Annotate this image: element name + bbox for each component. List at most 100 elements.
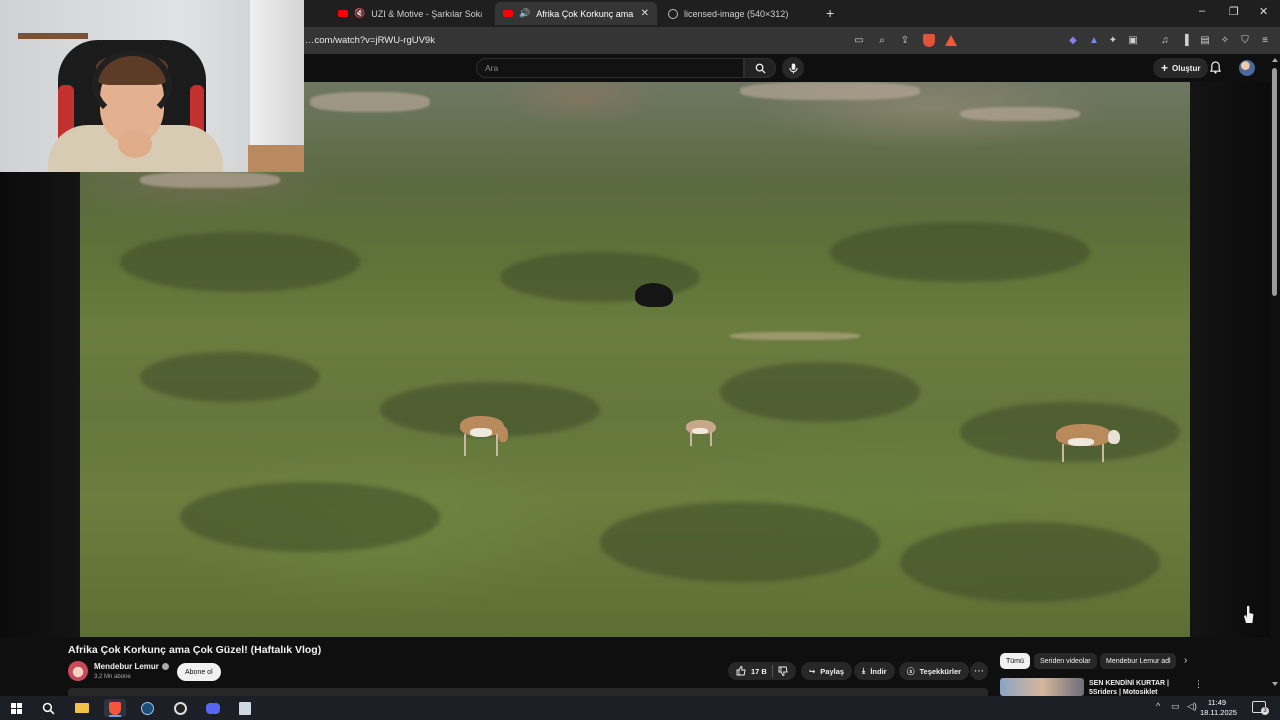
leo-ai-icon[interactable]: ◆ (1066, 33, 1080, 47)
youtube-icon (503, 10, 513, 17)
close-tab-icon[interactable]: ✕ (641, 8, 649, 19)
tab-uzi-motive[interactable]: 🔇 UZI & Motive - Şarkılar Sokaklara (330, 2, 490, 25)
clock-date: 18.11.2025 (1200, 708, 1237, 717)
plus-icon: + (1161, 61, 1169, 75)
channel-avatar[interactable] (68, 661, 88, 681)
cast-icon[interactable]: ▭ (852, 33, 866, 47)
share-icon[interactable]: ⇪ (898, 33, 912, 47)
rock (960, 107, 1080, 121)
voice-search-button[interactable] (782, 57, 804, 79)
scroll-up-arrow-icon[interactable] (1272, 58, 1278, 62)
brave-shields-icon[interactable] (922, 33, 936, 47)
search-placeholder: Ara (485, 63, 499, 73)
discord-app[interactable] (202, 699, 224, 717)
search-button[interactable] (744, 58, 776, 78)
channel-name-text: Mendebur Lemur (94, 662, 159, 671)
new-tab-button[interactable]: + (826, 5, 834, 21)
steam-icon (140, 701, 154, 715)
url-field[interactable]: …com/watch?v=jRWU-rgUV9k (305, 35, 435, 46)
bush (830, 222, 1090, 282)
volume-icon[interactable]: ◁) (1187, 701, 1197, 712)
chip-channel[interactable]: Mendebur Lemur adl (1100, 653, 1176, 669)
bush (720, 362, 920, 422)
kebab-menu-icon[interactable]: ⋮ (1194, 679, 1203, 690)
tab-title: Afrika Çok Korkunç ama Çok (536, 8, 634, 19)
brave-rewards-icon[interactable] (944, 33, 958, 47)
wallet-icon[interactable]: ▤ (1198, 33, 1212, 47)
obs-app[interactable] (169, 699, 191, 717)
tab-licensed-image[interactable]: licensed-image (540×312) (660, 2, 820, 25)
discord-icon (206, 702, 220, 714)
file-explorer-app[interactable] (71, 699, 93, 717)
chevron-right-icon[interactable]: › (1184, 655, 1187, 666)
create-button[interactable]: + Oluştur (1153, 58, 1209, 78)
scroll-down-arrow-icon[interactable] (1272, 682, 1278, 686)
youtube-icon (338, 10, 348, 17)
drag-handle-icon[interactable] (1240, 604, 1256, 624)
restore-button[interactable]: ❐ (1229, 5, 1239, 18)
music-icon[interactable]: ♫ (1158, 33, 1172, 47)
vpn-icon[interactable]: ▲ (1087, 33, 1101, 47)
brave-app[interactable] (104, 699, 126, 717)
chip-series[interactable]: Seriden videolar (1034, 653, 1097, 669)
reader-icon[interactable]: ▐ (1178, 33, 1192, 47)
bush (140, 352, 320, 402)
ostrich (635, 283, 673, 307)
search-taskbar-button[interactable] (37, 699, 59, 717)
tray-overflow-chevron-icon[interactable]: ^ (1156, 701, 1160, 711)
scroll-thumb[interactable] (1272, 68, 1277, 296)
description-box[interactable] (68, 688, 988, 696)
more-actions-button[interactable]: ⋯ (970, 662, 988, 680)
notepad-app[interactable] (234, 699, 256, 717)
recommended-thumbnail[interactable] (1000, 678, 1084, 696)
account-avatar[interactable] (1239, 60, 1255, 76)
start-button[interactable] (5, 699, 27, 717)
like-count[interactable]: 17 B (751, 667, 767, 676)
zoom-icon[interactable]: ⌕ (875, 33, 889, 47)
video-info-section: Afrika Çok Korkunç ama Çok Güzel! (Hafta… (0, 637, 1270, 696)
sidebar-icon[interactable]: ▣ (1126, 33, 1140, 47)
dislike-icon[interactable] (778, 666, 788, 676)
like-icon[interactable] (736, 666, 746, 676)
page-scrollbar[interactable] (1270, 54, 1280, 690)
chip-all[interactable]: Tümü (1000, 653, 1030, 669)
webcam-overlay (0, 0, 304, 172)
notification-count-badge: 3 (1261, 707, 1269, 715)
windows-taskbar: ^ ▭ ◁) 11:49 18.11.2025 3 (0, 696, 1280, 720)
network-icon[interactable]: ▭ (1171, 701, 1180, 712)
notifications-bell-icon[interactable] (1210, 61, 1221, 74)
shield-outline-icon[interactable]: ⛉ (1238, 33, 1252, 47)
tab-afrika-vlog[interactable]: 🔊 Afrika Çok Korkunç ama Çok ✕ (495, 2, 657, 25)
share-button[interactable]: ↪ Paylaş (801, 662, 853, 680)
download-label: İndir (870, 666, 887, 676)
steam-app[interactable] (136, 699, 158, 717)
channel-name[interactable]: Mendebur Lemur (94, 662, 169, 671)
download-icon: ⤓ (862, 666, 866, 675)
minimize-button[interactable]: – (1199, 5, 1205, 17)
recommended-title[interactable]: SEN KENDİNİ KURTAR | 5Sriders | Motosikl… (1089, 679, 1184, 696)
speaker-icon[interactable]: 🔊 (519, 8, 530, 19)
rock (740, 82, 920, 100)
subscriber-count: 3,2 Mn abone (94, 674, 131, 680)
menu-icon[interactable]: ≡ (1258, 33, 1272, 47)
rock (140, 172, 280, 188)
thanks-button[interactable]: ⓢ Teşekkürler (899, 662, 970, 680)
folder-icon (75, 703, 89, 713)
microphone-icon (788, 63, 798, 73)
tab-title: licensed-image (540×312) (684, 8, 789, 19)
globe-icon (668, 8, 678, 19)
close-window-button[interactable]: ✕ (1259, 5, 1268, 18)
rock (310, 92, 430, 112)
extensions-icon[interactable]: ✦ (1106, 33, 1120, 47)
muted-speaker-icon[interactable]: 🔇 (354, 8, 365, 19)
search-input[interactable]: Ara (476, 58, 744, 78)
system-clock[interactable]: 11:49 18.11.2025 (1200, 698, 1237, 718)
tab-title: UZI & Motive - Şarkılar Sokaklara (371, 8, 482, 19)
download-button[interactable]: ⤓ İndir (854, 662, 895, 680)
ai-sparkle-icon[interactable]: ✧ (1218, 33, 1232, 47)
clock-time: 11:49 (1207, 698, 1227, 707)
video-title: Afrika Çok Korkunç ama Çok Güzel! (Hafta… (68, 644, 322, 656)
bush (600, 502, 880, 582)
subscribe-button[interactable]: Abone ol (177, 663, 221, 681)
springbok-left (452, 412, 512, 460)
